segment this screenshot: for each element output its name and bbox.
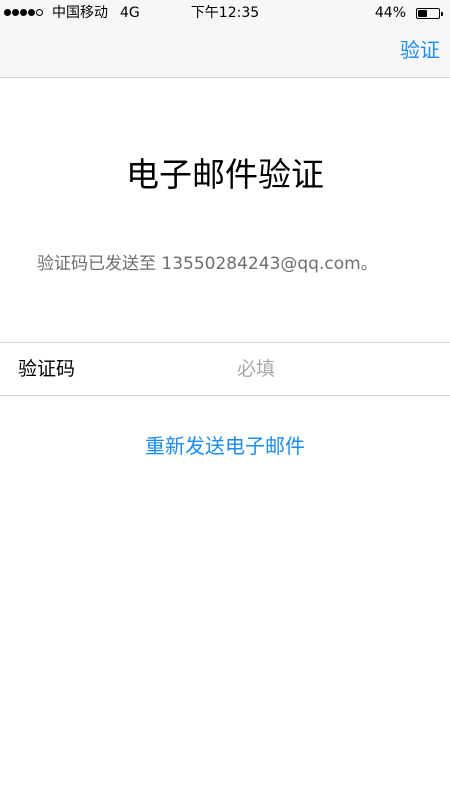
status-bar: 中国移动 4G 下午12:35 44%	[0, 0, 450, 26]
battery-icon	[416, 8, 443, 19]
battery-level	[418, 10, 427, 17]
verify-button[interactable]: 验证	[400, 37, 440, 63]
resend-email-button[interactable]: 重新发送电子邮件	[0, 432, 450, 460]
page-title: 电子邮件验证	[126, 155, 324, 194]
verification-code-row: 验证码	[0, 342, 450, 396]
battery-percentage: 44%	[374, 5, 406, 21]
navigation-header: 中国移动 4G 下午12:35 44% 验证	[0, 0, 450, 78]
verification-code-input[interactable]	[205, 355, 450, 383]
verification-sent-message: 验证码已发送至 13550284243@qq.com。	[37, 254, 378, 274]
verification-code-label: 验证码	[18, 358, 76, 380]
